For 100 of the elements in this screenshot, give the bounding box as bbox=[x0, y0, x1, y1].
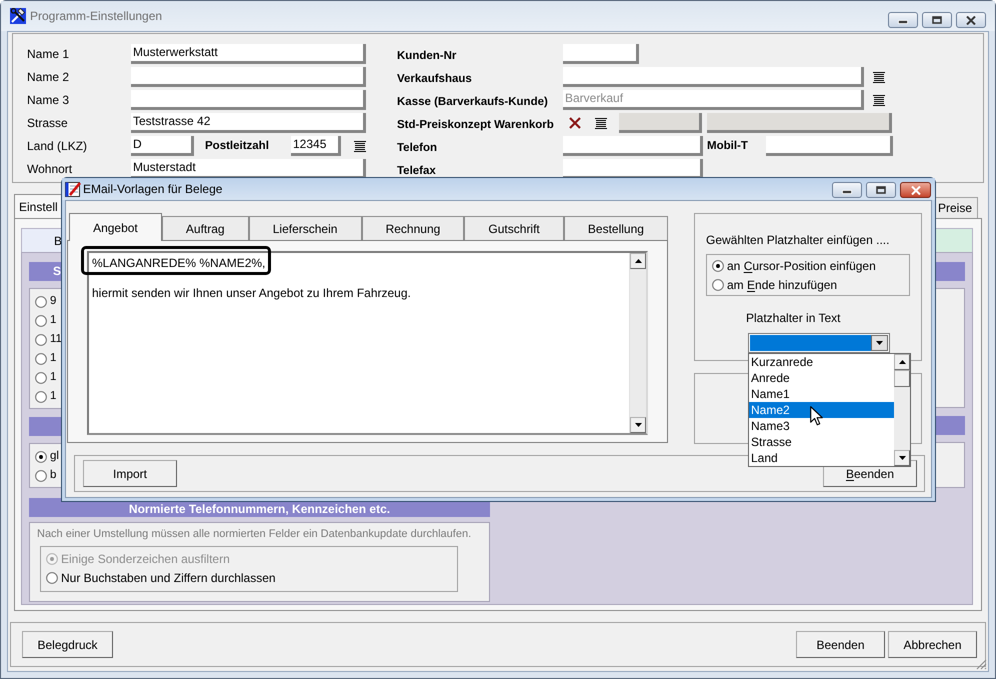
radio-label: gl bbox=[50, 448, 59, 464]
template-text-area[interactable] bbox=[87, 251, 648, 435]
list-icon[interactable] bbox=[354, 140, 366, 152]
tools-icon bbox=[10, 8, 26, 24]
text-field[interactable]: D bbox=[131, 136, 194, 156]
tab[interactable]: Rechnung bbox=[362, 216, 464, 240]
radio-label: 1 bbox=[50, 370, 56, 385]
field-label: Mobil-T bbox=[707, 140, 748, 152]
button[interactable]: Beenden bbox=[796, 631, 885, 658]
field-label: Kunden-Nr bbox=[397, 50, 456, 62]
maximize-button[interactable] bbox=[922, 12, 952, 28]
button[interactable]: Belegdruck bbox=[22, 631, 113, 658]
notepad-icon bbox=[65, 181, 81, 197]
field-label: Kasse (Barverkaufs-Kunde) bbox=[397, 96, 548, 108]
tab[interactable]: Bestellung bbox=[564, 216, 668, 240]
radio-label: Nur Buchstaben und Ziffern durchlassen bbox=[61, 570, 276, 587]
text-line: hiermit senden wir Ihnen unser Angebot zu Ihrem Fahrzeug. bbox=[92, 286, 411, 301]
down-triangle-icon bbox=[898, 456, 906, 460]
field-label: Telefon bbox=[397, 142, 438, 154]
radio-button[interactable] bbox=[35, 296, 47, 308]
scrollbar-thumb[interactable] bbox=[894, 370, 910, 387]
close-button[interactable] bbox=[956, 12, 986, 28]
scroll-up-button[interactable] bbox=[894, 354, 910, 370]
close-icon bbox=[910, 186, 920, 194]
radio-label: 1 bbox=[50, 312, 56, 328]
radio-button[interactable] bbox=[46, 572, 58, 584]
button[interactable]: Abbrechen bbox=[888, 631, 977, 658]
radio-label: b bbox=[50, 468, 56, 483]
field-label: Telefax bbox=[397, 164, 436, 177]
field-label: Name 3 bbox=[27, 93, 70, 107]
field-label: Strasse bbox=[27, 116, 68, 130]
text-field[interactable] bbox=[563, 67, 864, 87]
field-label: Std-Preiskonzept Warenkorb bbox=[397, 118, 554, 131]
note-text: Nach einer Umstellung müssen alle normierten Felder ein Datenbankupdate durchlaufen. bbox=[37, 527, 472, 542]
mouse-cursor-icon bbox=[810, 406, 823, 426]
text-field[interactable] bbox=[563, 136, 703, 156]
field-label: Name 1 bbox=[27, 47, 70, 61]
scrollbar-track[interactable] bbox=[894, 354, 910, 466]
radio-label: 11 bbox=[50, 332, 62, 347]
field-label: Name 2 bbox=[27, 70, 70, 84]
tab[interactable]: Gutschrift bbox=[464, 216, 564, 240]
radio-button[interactable] bbox=[35, 390, 47, 402]
list-icon[interactable] bbox=[873, 72, 885, 82]
minimize-icon bbox=[898, 20, 908, 24]
minimize-icon bbox=[842, 190, 852, 194]
up-triangle-icon bbox=[634, 259, 642, 263]
tab[interactable]: Angebot bbox=[69, 213, 162, 241]
text-field[interactable]: 12345 bbox=[291, 136, 341, 156]
radio-button[interactable] bbox=[35, 334, 47, 346]
radio-button[interactable] bbox=[35, 470, 47, 482]
resize-grip-icon[interactable] bbox=[976, 659, 987, 670]
radio-button[interactable] bbox=[35, 372, 47, 384]
cross-icon[interactable] bbox=[569, 117, 581, 129]
radio-label: Einige Sonderzeichen ausfiltern bbox=[61, 551, 230, 568]
minimize-button[interactable] bbox=[832, 182, 862, 198]
radio-button[interactable] bbox=[35, 352, 47, 364]
radio-button[interactable] bbox=[35, 314, 47, 326]
list-item[interactable]: Name2 bbox=[749, 402, 894, 418]
text-field[interactable] bbox=[131, 67, 366, 87]
list-icon[interactable] bbox=[873, 94, 885, 106]
radio-button[interactable] bbox=[712, 260, 724, 272]
text-field[interactable] bbox=[563, 44, 639, 64]
radio-button[interactable] bbox=[35, 450, 47, 462]
group-title: Gewählten Platzhalter einfügen .... bbox=[706, 233, 890, 247]
radio-label: 9 bbox=[50, 294, 56, 309]
tab[interactable]: Auftrag bbox=[162, 216, 249, 240]
maximize-icon bbox=[876, 186, 886, 194]
scrollbar-track[interactable] bbox=[629, 253, 646, 433]
close-button[interactable] bbox=[900, 182, 931, 198]
field-label: Land (LKZ) bbox=[27, 139, 88, 153]
maximize-icon bbox=[932, 16, 942, 24]
caret-icon bbox=[876, 341, 883, 345]
radio-label: am Ende hinzufügen bbox=[727, 276, 838, 294]
text-field[interactable]: Musterstadt bbox=[131, 159, 366, 179]
text-field[interactable] bbox=[766, 136, 893, 156]
text-field[interactable]: Teststrasse 42 bbox=[131, 113, 366, 133]
radio-button[interactable] bbox=[712, 278, 724, 290]
tab[interactable]: Lieferschein bbox=[248, 216, 362, 240]
field-label: Wohnort bbox=[27, 162, 72, 176]
text-field[interactable]: Musterwerkstatt bbox=[131, 44, 366, 64]
text-field[interactable] bbox=[563, 159, 703, 179]
scroll-down-button[interactable] bbox=[894, 450, 910, 466]
scroll-down-button[interactable] bbox=[630, 417, 646, 433]
placeholder-select[interactable] bbox=[748, 333, 890, 353]
button[interactable]: Import bbox=[83, 460, 177, 487]
list-icon[interactable] bbox=[595, 118, 607, 128]
up-triangle-icon bbox=[898, 360, 906, 364]
minimize-button[interactable] bbox=[888, 12, 918, 28]
text-field[interactable] bbox=[131, 90, 366, 110]
maximize-button[interactable] bbox=[866, 182, 896, 198]
radio-label: an Cursor-Position einfügen bbox=[727, 258, 876, 274]
down-triangle-icon bbox=[634, 423, 642, 427]
field-label: Platzhalter in Text bbox=[746, 311, 840, 325]
scroll-up-button[interactable] bbox=[630, 253, 646, 269]
field-label: Postleitzahl bbox=[205, 140, 269, 152]
radio-label: 1 bbox=[50, 350, 56, 366]
dropdown-button[interactable] bbox=[871, 335, 888, 351]
radio-label: 1 bbox=[50, 388, 56, 404]
close-icon bbox=[966, 16, 976, 24]
window-title: Programm-Einstellungen bbox=[30, 8, 162, 25]
